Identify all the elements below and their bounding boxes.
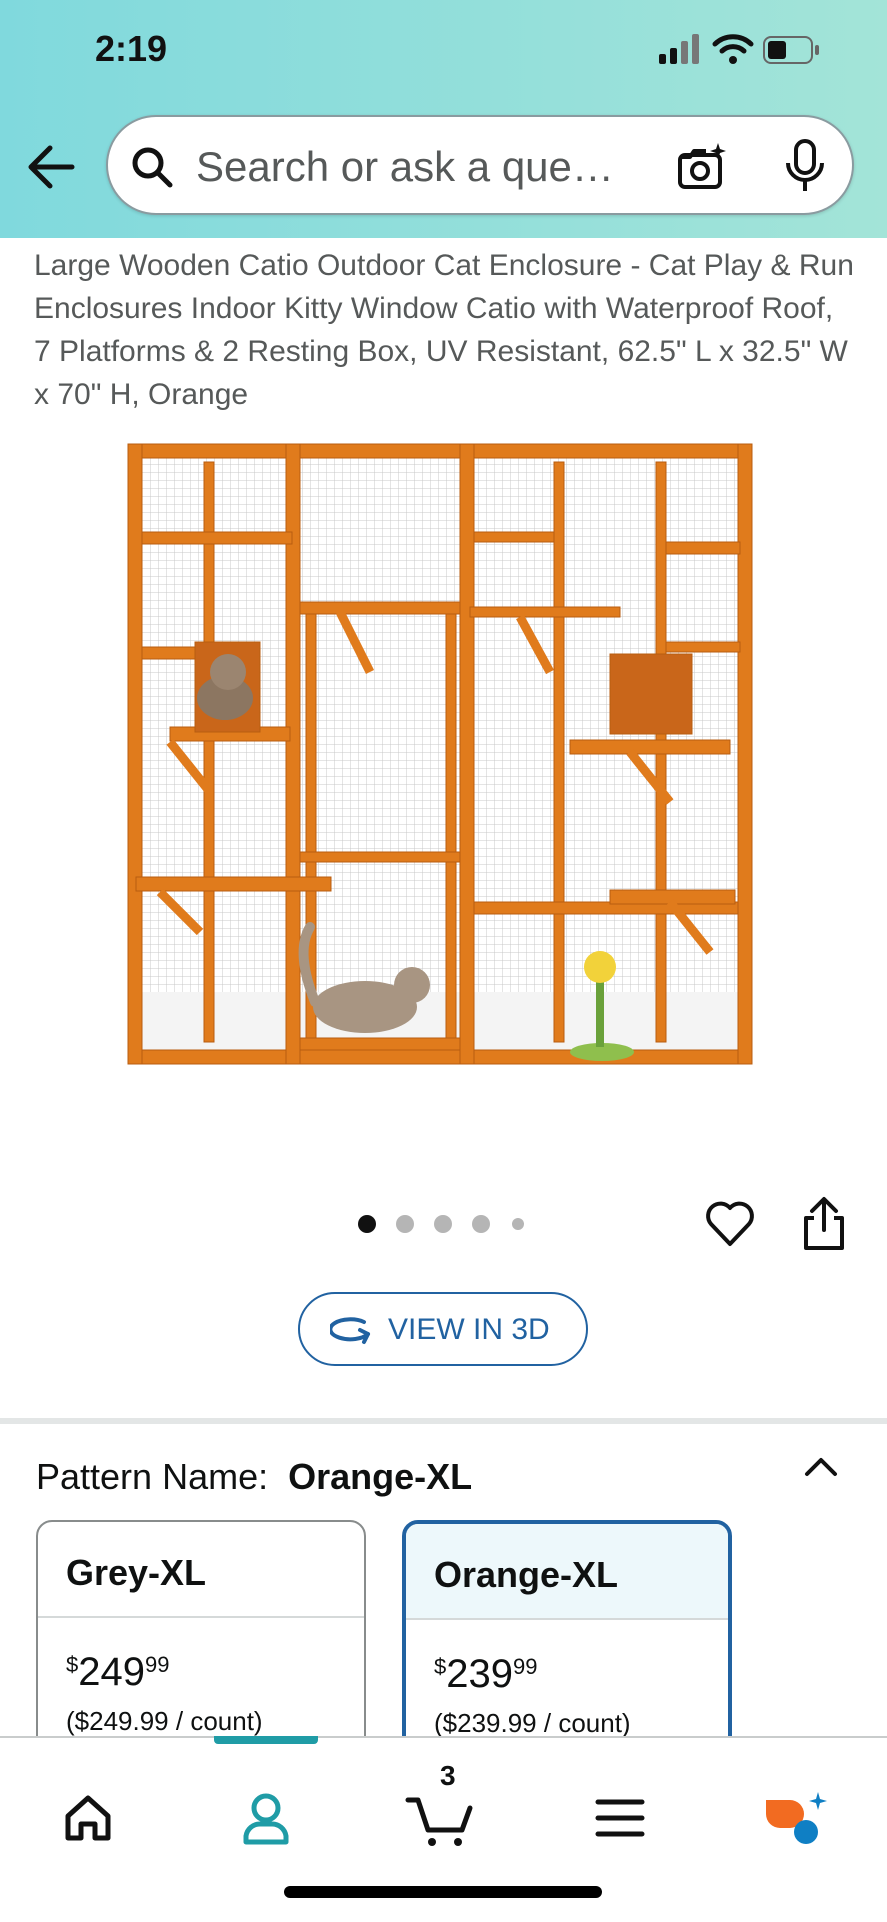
home-icon[interactable] bbox=[48, 1778, 128, 1858]
section-divider bbox=[0, 1418, 887, 1424]
home-indicator[interactable] bbox=[284, 1886, 602, 1898]
carousel-dot-active[interactable] bbox=[358, 1215, 376, 1233]
product-title[interactable]: Large Wooden Catio Outdoor Cat Enclosure… bbox=[34, 244, 854, 416]
top-header: 2:19 Search or ask a que… bbox=[0, 0, 887, 238]
pattern-selected-value: Orange-XL bbox=[288, 1456, 473, 1497]
pattern-label: Pattern Name: bbox=[36, 1456, 269, 1497]
heart-icon[interactable] bbox=[704, 1198, 756, 1250]
carousel-dot[interactable] bbox=[396, 1215, 414, 1233]
search-input[interactable]: Search or ask a que… bbox=[196, 143, 614, 191]
microphone-icon[interactable] bbox=[784, 139, 826, 193]
wifi-icon bbox=[712, 34, 754, 64]
pattern-name-row: Pattern Name: Orange-XL bbox=[36, 1456, 472, 1498]
battery-icon bbox=[763, 36, 819, 64]
product-image[interactable] bbox=[110, 432, 790, 1122]
variant-card-orange-xl[interactable]: Orange-XL $23999 ($239.99 / count) bbox=[402, 1520, 732, 1760]
signal-icon bbox=[659, 34, 699, 64]
variant-price: $23999 bbox=[434, 1652, 538, 1696]
variant-name: Grey-XL bbox=[66, 1552, 207, 1593]
status-time: 2:19 bbox=[95, 28, 168, 69]
variant-name: Orange-XL bbox=[434, 1554, 619, 1595]
account-icon[interactable] bbox=[226, 1778, 306, 1858]
variant-price: $24999 bbox=[66, 1650, 170, 1694]
search-bar[interactable]: Search or ask a que… bbox=[106, 115, 854, 215]
chevron-up-icon[interactable] bbox=[802, 1452, 840, 1482]
carousel-dot[interactable] bbox=[512, 1218, 524, 1230]
variant-unit-price: ($239.99 / count) bbox=[434, 1708, 631, 1738]
menu-icon[interactable] bbox=[580, 1778, 660, 1858]
camera-search-icon[interactable] bbox=[676, 141, 728, 193]
search-icon bbox=[132, 147, 173, 188]
status-icons bbox=[659, 34, 819, 64]
view-in-3d-button[interactable]: VIEW IN 3D bbox=[298, 1292, 588, 1366]
cart-count-badge: 3 bbox=[440, 1760, 456, 1791]
rotate-3d-icon bbox=[330, 1317, 370, 1344]
rufus-icon[interactable] bbox=[756, 1778, 836, 1858]
view-in-3d-label: VIEW IN 3D bbox=[388, 1313, 550, 1346]
variant-unit-price: ($249.99 / count) bbox=[66, 1706, 263, 1736]
back-arrow-icon[interactable] bbox=[22, 140, 86, 194]
carousel-dot[interactable] bbox=[472, 1215, 490, 1233]
active-tab-indicator bbox=[214, 1736, 318, 1744]
variant-card-grey-xl[interactable]: Grey-XL $24999 ($249.99 / count) bbox=[36, 1520, 366, 1760]
carousel-dot[interactable] bbox=[434, 1215, 452, 1233]
share-icon[interactable] bbox=[800, 1196, 848, 1252]
